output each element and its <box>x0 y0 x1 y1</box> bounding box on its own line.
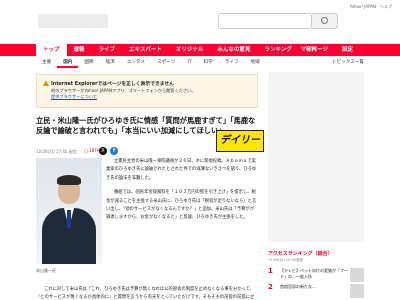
header-links[interactable]: Yahoo! JAPAN ヘルプ <box>350 4 392 10</box>
ad-slot[interactable] <box>268 72 364 242</box>
main-nav-tab-1[interactable]: 速報 <box>67 44 92 56</box>
body-paragraph: 番組では、国民年金保険料を「１０３万円の壁を引き上げ」を提示し、税金が減ることを… <box>106 190 257 221</box>
facebook-share-icon[interactable]: f <box>110 147 118 155</box>
warning-icon <box>43 80 49 86</box>
category-tab-2[interactable]: 国際 <box>78 58 99 68</box>
search-input[interactable] <box>218 13 312 29</box>
category-tab-9[interactable]: 地域 <box>245 58 266 68</box>
ranking-updated: 12/26(月) 19:30更新 <box>268 258 304 262</box>
category-tab-8[interactable]: ライフ <box>219 58 245 68</box>
article-meta: 12/26(月) 17:45 配信 □ 187件 X f <box>36 146 258 156</box>
category-nav: 主要 国内 国際 経済 エンタメ スポーツ IT 科学 ライフ 地域 トピックス一覧 <box>36 58 364 68</box>
main-nav: トップ 速報 ライブ エキスパート オリジナル みんなの意見 ランキング 有料 マイページ 設定 <box>0 44 400 56</box>
ranking-title[interactable]: アクセスランキング（総合） <box>268 250 364 257</box>
body-paragraph: これに対して米山氏は「これ、ひろゆき氏は予算が無くなれば公的部会の制度を止めなく… <box>36 287 255 300</box>
category-tab-5[interactable]: スポーツ <box>151 58 181 68</box>
notice-title: Internet Explorerではページを正しく表示できません <box>51 82 174 87</box>
main-nav-items: トップ 速報 ライブ エキスパート オリジナル みんなの意見 ランキング 有料 <box>36 44 324 56</box>
article-body: 立憲民主党の米山隆一衆院議員が２６日、ネに新規投稿。Ａｂｅｍａで実業家のひろゆき… <box>106 158 258 229</box>
topics-list-link[interactable]: トピックス一覧 <box>332 58 364 68</box>
article-photo[interactable] <box>36 158 102 264</box>
ranking-item[interactable]: 1 【テレビ】ペット向けの愛猫が「フード」の...一般入所 <box>268 267 364 282</box>
photo-tie <box>67 210 71 228</box>
top-header: Yahoo! JAPAN ヘルプ <box>0 0 400 40</box>
search-icon <box>321 17 328 24</box>
category-tab-6[interactable]: IT <box>181 58 197 68</box>
ranking-item[interactable]: 2 首相官邸の新たな... <box>268 283 364 299</box>
photo-hair <box>57 175 81 185</box>
rank-thumbnail <box>350 268 364 282</box>
main-nav-right-item-1[interactable]: 設定 <box>335 44 360 56</box>
publish-date: 12/26(月) 17:45 配信 <box>36 149 77 154</box>
category-tab-4[interactable]: エンタメ <box>121 58 151 68</box>
main-nav-tab-6[interactable]: ランキング <box>257 44 298 56</box>
category-tab-0[interactable]: 主要 <box>36 58 57 68</box>
category-tab-1[interactable]: 国内 <box>57 58 79 68</box>
browser-info-link[interactable]: 提供ブラウザーについて <box>51 94 97 99</box>
main-nav-tab-4[interactable]: オリジナル <box>169 44 211 56</box>
body-paragraph: 立憲民主党の米山隆一衆院議員が２６日、ネに新規投稿。Ａｂｅｍａで実業家のひろゆき… <box>106 159 257 181</box>
main-nav-tab-5[interactable]: みんなの意見 <box>210 44 257 56</box>
main-nav-tab-3[interactable]: エキスパート <box>122 44 169 56</box>
category-nav-items: 主要 国内 国際 経済 エンタメ スポーツ IT 科学 ライフ 地域 <box>36 58 266 68</box>
category-tab-3[interactable]: 経済 <box>100 58 121 68</box>
access-ranking: アクセスランキング（総合） 12/26(月) 19:30更新 1 【テレビ】ペッ… <box>268 250 364 299</box>
main-nav-tab-2[interactable]: ライブ <box>92 44 123 56</box>
rank-number: 1 <box>268 267 273 275</box>
notice-body: 他のブラウザーかYahoo! JAPANアプリ、スマートフォンから閲覧ください。… <box>51 88 251 100</box>
notice-text: 他のブラウザーかYahoo! JAPANアプリ、スマートフォンから閲覧ください。 <box>51 88 196 93</box>
photo-caption: 米山隆一氏 <box>36 268 56 273</box>
browser-notice: Internet Explorerではページを正しく表示できません 他のブラウザ… <box>36 74 258 108</box>
main-nav-right-item-0[interactable]: マイページ <box>294 44 335 56</box>
rank-thumbnail <box>350 284 364 299</box>
main-nav-tab-0[interactable]: トップ <box>36 44 67 56</box>
main-nav-right: マイページ 設定 <box>294 44 360 56</box>
rank-number: 2 <box>268 283 273 292</box>
category-tab-7[interactable]: 科学 <box>198 58 219 68</box>
yahoo-news-logo[interactable] <box>38 14 108 28</box>
x-share-icon[interactable]: X <box>99 147 107 155</box>
